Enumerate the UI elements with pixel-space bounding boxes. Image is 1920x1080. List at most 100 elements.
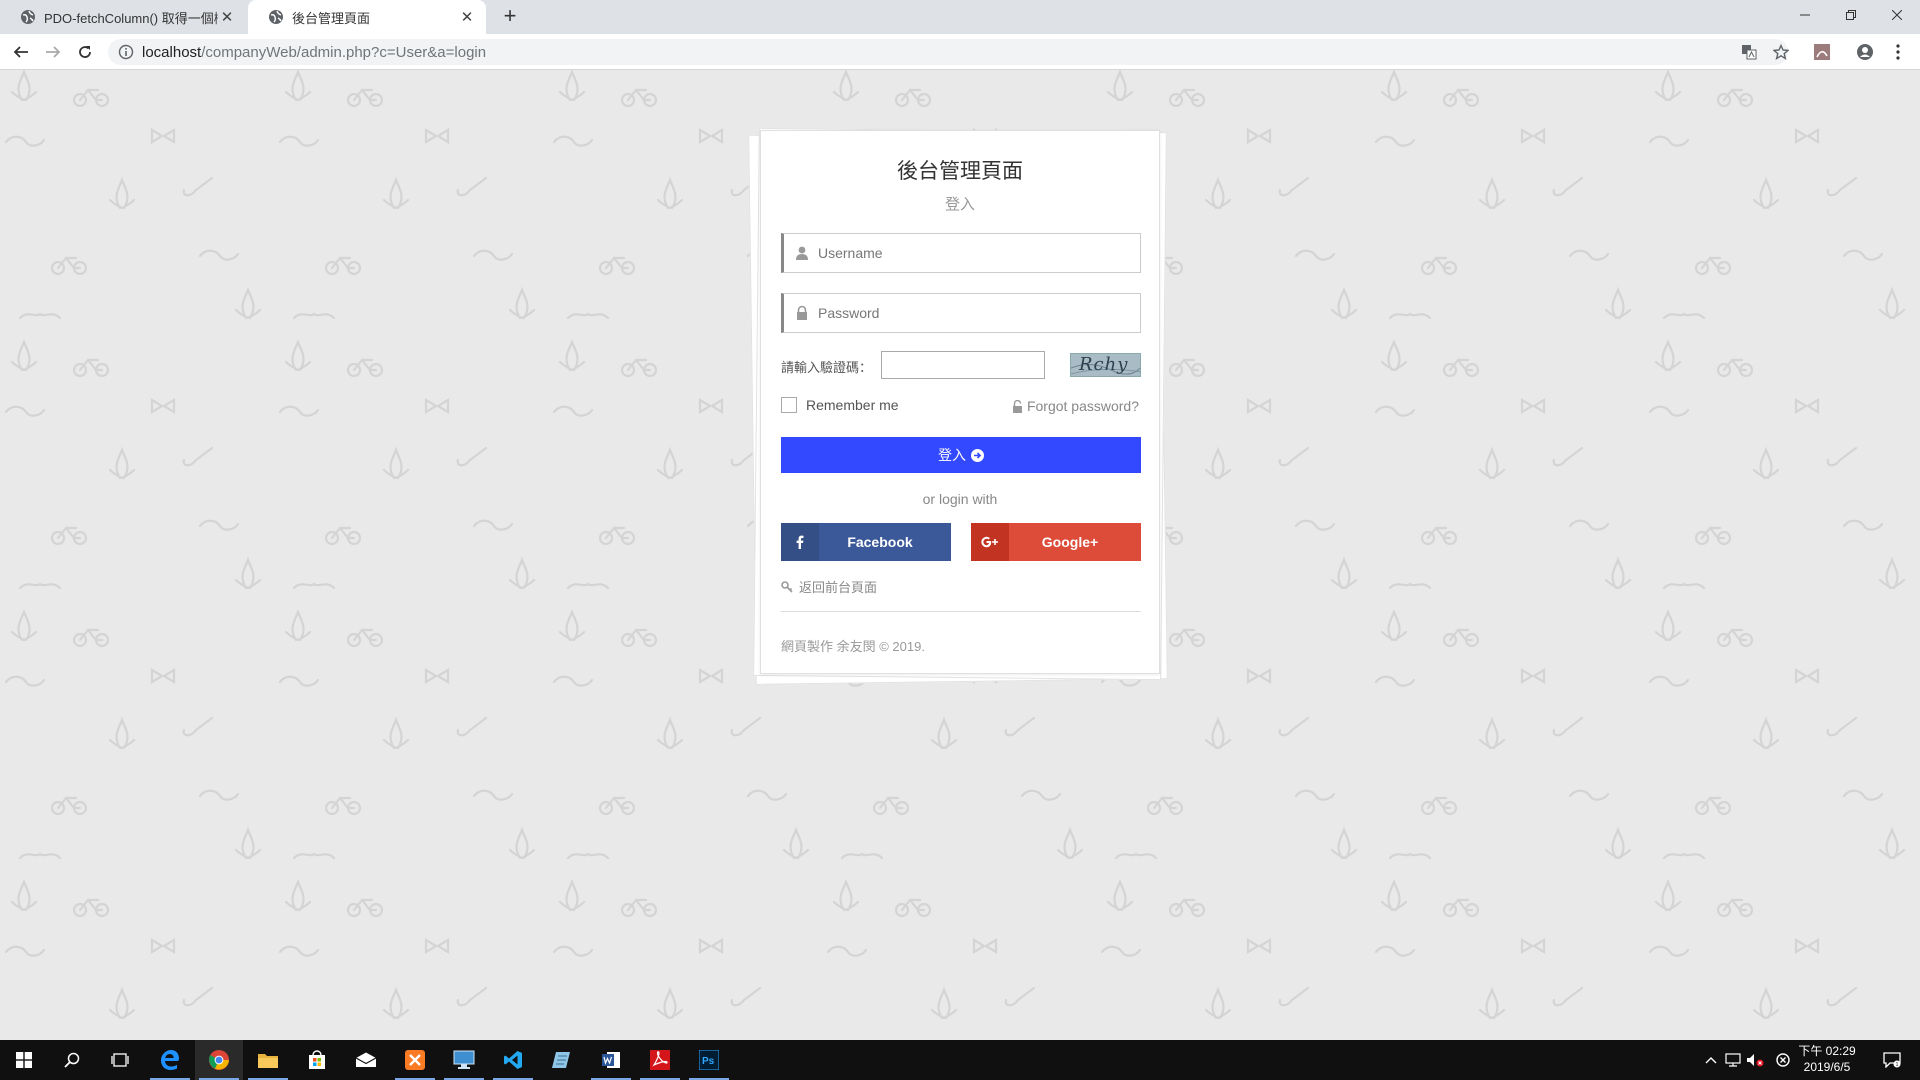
user-icon [796, 246, 808, 260]
minimize-window-button[interactable] [1782, 0, 1828, 30]
captcha-input[interactable] [881, 351, 1045, 379]
username-placeholder: Username [818, 245, 883, 261]
new-tab-button[interactable]: + [498, 5, 522, 29]
arrow-circle-right-icon [971, 448, 984, 462]
password-field[interactable]: Password [781, 293, 1141, 333]
forward-button[interactable] [41, 40, 65, 64]
taskbar-remote-desktop[interactable] [440, 1040, 488, 1080]
unlock-icon [1012, 399, 1022, 413]
file-explorer-icon [258, 1054, 278, 1068]
account-icon [1857, 44, 1873, 60]
card-footer: 網頁製作 余友閔 © 2019. [781, 639, 925, 654]
arrow-left-icon [13, 46, 28, 58]
xampp-icon [405, 1050, 425, 1070]
task-view-icon [111, 1053, 129, 1067]
profile-button[interactable] [1853, 40, 1877, 64]
chevron-up-icon [1705, 1057, 1717, 1064]
taskbar-store[interactable] [293, 1040, 341, 1080]
mail-icon [355, 1052, 377, 1067]
start-button[interactable] [0, 1040, 48, 1080]
lock-icon [797, 305, 807, 320]
pdf-extension-button[interactable] [1810, 40, 1834, 64]
volume-tray-button[interactable] [1744, 1040, 1766, 1080]
remember-me[interactable]: Remember me [781, 397, 899, 413]
taskbar-edge[interactable] [146, 1040, 194, 1080]
info-icon [118, 44, 134, 60]
tab-admin-login[interactable]: 後台管理頁面 ✕ [248, 0, 486, 34]
browser-tab-strip: PDO-fetchColumn() 取得一個欄位 ✕ 後台管理頁面 ✕ + [0, 0, 1920, 34]
translate-icon [1742, 45, 1757, 60]
windows-taskbar: Ps 下午 02:29 2019/6/5 1 [0, 1040, 1920, 1080]
taskbar-chrome[interactable] [195, 1040, 243, 1080]
task-view-button[interactable] [96, 1040, 144, 1080]
taskbar-clock[interactable]: 下午 02:29 2019/6/5 [1792, 1043, 1862, 1075]
username-field[interactable]: Username [781, 233, 1141, 273]
bookmark-button[interactable] [1769, 40, 1793, 64]
tray-app-icon [1776, 1053, 1790, 1067]
address-bar[interactable]: localhost/companyWeb/admin.php?c=User&a=… [108, 39, 1788, 65]
facebook-label: Facebook [847, 534, 913, 550]
login-subtitle: 登入 [944, 196, 975, 213]
remember-checkbox[interactable] [781, 397, 797, 413]
volume-muted-icon [1747, 1054, 1764, 1067]
word-icon [602, 1052, 620, 1068]
star-icon [1773, 44, 1789, 60]
tray-overflow-button[interactable] [1700, 1040, 1722, 1080]
remember-label: Remember me [806, 397, 899, 413]
search-button[interactable] [48, 1040, 96, 1080]
taskbar-word[interactable] [587, 1040, 635, 1080]
facebook-login-button[interactable]: Facebook [781, 523, 951, 561]
notepad-icon [552, 1052, 570, 1068]
svg-text:Ps: Ps [702, 1056, 715, 1067]
url-host: localhost [142, 43, 202, 61]
captcha-label: 請輸入驗證碼： [781, 360, 873, 375]
edge-icon [161, 1050, 179, 1070]
network-tray-button[interactable] [1722, 1040, 1744, 1080]
google-plus-label: Google+ [1041, 534, 1099, 550]
taskbar-file-explorer[interactable] [244, 1040, 292, 1080]
taskbar-notepad[interactable] [538, 1040, 586, 1080]
search-icon [64, 1052, 80, 1068]
network-icon [1725, 1053, 1741, 1067]
vscode-icon [504, 1051, 522, 1069]
card-divider [781, 611, 1141, 612]
tab-title: 後台管理頁面 [292, 10, 371, 26]
tray-app-button[interactable] [1772, 1040, 1794, 1080]
login-card: 後台管理頁面 登入 Username Password 請輸入驗證碼： Rchy… [760, 130, 1160, 674]
action-center-button[interactable]: 1 [1872, 1040, 1912, 1080]
browser-menu-button[interactable] [1886, 40, 1910, 64]
forgot-password-label: Forgot password? [1026, 398, 1139, 414]
close-tab-icon[interactable]: ✕ [218, 8, 236, 26]
notification-icon: 1 [1883, 1052, 1901, 1068]
login-submit-button[interactable]: 登入 [781, 437, 1141, 473]
taskbar-photoshop[interactable]: Ps [685, 1040, 733, 1080]
google-plus-login-button[interactable]: Google+ [971, 523, 1141, 561]
forgot-password-link[interactable]: Forgot password? [1012, 398, 1139, 414]
taskbar-xampp[interactable] [391, 1040, 439, 1080]
taskbar-acrobat[interactable] [636, 1040, 684, 1080]
chrome-icon [209, 1050, 229, 1070]
store-icon [309, 1050, 325, 1069]
or-login-with-text: or login with [922, 491, 998, 507]
close-icon [1892, 10, 1902, 20]
back-button[interactable] [9, 40, 33, 64]
restore-window-button[interactable] [1828, 0, 1874, 30]
password-placeholder: Password [818, 305, 880, 321]
translate-button[interactable] [1737, 40, 1761, 64]
arrow-right-icon [46, 46, 61, 58]
restore-icon [1846, 10, 1856, 20]
reload-button[interactable] [73, 40, 97, 64]
clock-time: 下午 02:29 [1798, 1044, 1856, 1058]
photoshop-icon: Ps [699, 1050, 719, 1070]
close-window-button[interactable] [1874, 0, 1920, 30]
taskbar-mail[interactable] [342, 1040, 390, 1080]
captcha-image[interactable]: Rchy [1070, 353, 1141, 377]
taskbar-vscode[interactable] [489, 1040, 537, 1080]
tab-pdo-fetchcolumn[interactable]: PDO-fetchColumn() 取得一個欄位 ✕ [0, 0, 246, 34]
minimize-icon [1800, 14, 1810, 16]
close-tab-icon[interactable]: ✕ [458, 8, 476, 26]
more-vertical-icon [1896, 44, 1900, 60]
key-icon [781, 580, 793, 593]
globe-icon [21, 10, 35, 24]
back-to-frontend-link[interactable]: 返回前台頁面 [781, 577, 877, 596]
